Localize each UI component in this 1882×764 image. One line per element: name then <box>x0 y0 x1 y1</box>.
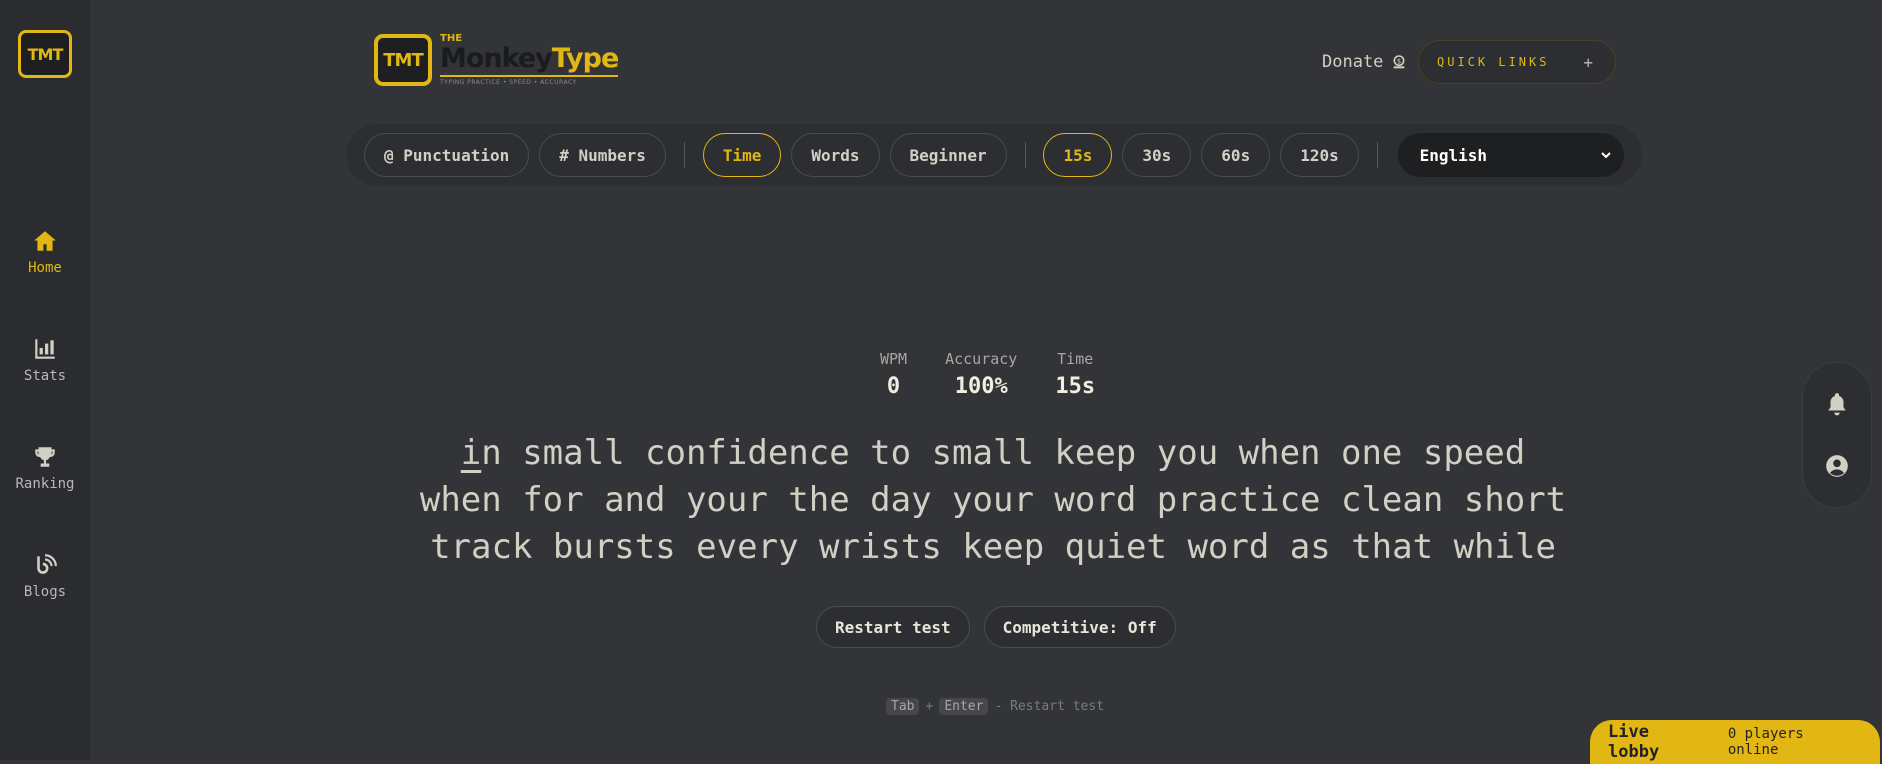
sidebar-item-stats[interactable]: Stats <box>24 336 66 384</box>
restart-test-button[interactable]: Restart test <box>816 606 970 648</box>
punctuation-toggle[interactable]: @ Punctuation <box>364 133 530 177</box>
brand-type: Type <box>551 43 619 74</box>
brand-tagline: TYPING PRACTICE • SPEED • ACCURACY <box>440 75 619 86</box>
duration-15s[interactable]: 15s <box>1043 133 1113 177</box>
wpm-stat: WPM 0 <box>880 350 907 399</box>
duration-30s[interactable]: 30s <box>1122 133 1192 177</box>
sidebar-item-label: Blogs <box>23 584 67 600</box>
floating-actions-panel <box>1802 362 1872 508</box>
user-avatar-icon[interactable] <box>1824 453 1850 479</box>
brand-badge: TMT <box>374 34 432 86</box>
live-lobby-title: Live lobby <box>1608 722 1660 762</box>
donate-link[interactable]: Donate $ <box>1322 52 1407 72</box>
mode-words[interactable]: Words <box>791 133 880 177</box>
word-line-1: in small confidence to small keep you wh… <box>380 430 1606 477</box>
toolbar-divider <box>1376 142 1378 168</box>
language-value: English <box>1419 145 1488 165</box>
language-select[interactable]: English <box>1397 133 1624 177</box>
quick-links-label: QUICK LINKS <box>1437 55 1550 69</box>
live-stats: WPM 0 Accuracy 100% Time 15s <box>880 350 1095 399</box>
wpm-label: WPM <box>880 350 908 368</box>
time-value: 15s <box>1055 374 1096 399</box>
hint-text: - Restart test <box>994 699 1105 714</box>
quick-links-button[interactable]: QUICK LINKS + <box>1418 40 1616 84</box>
numbers-toggle[interactable]: # Numbers <box>539 133 666 177</box>
players-online-count: 0 players online <box>1727 726 1804 758</box>
brand-logo[interactable]: TMT THE MonkeyType TYPING PRACTICE • SPE… <box>374 34 619 86</box>
sidebar-item-ranking[interactable]: Ranking <box>15 444 75 492</box>
duration-120s[interactable]: 120s <box>1280 133 1359 177</box>
bar-chart-icon <box>35 339 55 359</box>
sidebar-item-label: Stats <box>23 368 67 384</box>
caret-char: i <box>460 433 482 473</box>
svg-text:$: $ <box>1397 57 1401 65</box>
blog-icon <box>37 554 57 574</box>
sidebar-item-blogs[interactable]: Blogs <box>24 552 66 600</box>
word-line-2: when for and your the day your word prac… <box>419 480 1567 520</box>
test-config-toolbar: @ Punctuation # Numbers Time Words Begin… <box>346 124 1642 186</box>
sidebar-item-home[interactable]: Home <box>28 228 62 276</box>
accuracy-stat: Accuracy 100% <box>945 350 1017 399</box>
toolbar-divider <box>1024 142 1026 168</box>
sidebar: TMT Home Stats Ranking Blogs <box>0 0 90 760</box>
plus-icon: + <box>1583 52 1593 72</box>
sidebar-item-label: Home <box>28 260 62 276</box>
toolbar-divider <box>683 142 685 168</box>
word-line-3: track bursts every wrists keep quiet wor… <box>430 527 1556 567</box>
sidebar-logo[interactable]: TMT <box>18 30 72 78</box>
mode-time[interactable]: Time <box>702 133 782 177</box>
wpm-value: 0 <box>886 374 901 399</box>
time-label: Time <box>1057 350 1094 368</box>
donate-icon: $ <box>1393 55 1405 69</box>
chevron-down-icon <box>1601 152 1611 159</box>
donate-label: Donate <box>1322 52 1384 72</box>
sidebar-nav: Home Stats Ranking Blogs <box>15 228 75 600</box>
test-actions: Restart test Competitive: Off <box>816 606 1176 648</box>
sidebar-item-label: Ranking <box>15 476 75 492</box>
time-stat: Time 15s <box>1055 350 1095 399</box>
hint-plus: + <box>925 699 934 714</box>
bell-icon[interactable] <box>1824 391 1850 417</box>
trophy-icon <box>35 447 55 467</box>
accuracy-label: Accuracy <box>945 350 1018 368</box>
brand-monkey: Monkey <box>440 43 553 74</box>
mode-beginner[interactable]: Beginner <box>889 133 1007 177</box>
enter-key: Enter <box>939 698 989 715</box>
duration-60s[interactable]: 60s <box>1201 133 1271 177</box>
keyboard-hint: Tab + Enter - Restart test <box>886 698 1104 715</box>
accuracy-value: 100% <box>954 374 1008 399</box>
home-icon <box>34 231 56 251</box>
typing-area[interactable]: in small confidence to small keep you wh… <box>380 430 1606 571</box>
live-lobby-widget[interactable]: Live lobby 0 players online <box>1590 720 1880 764</box>
competitive-toggle-button[interactable]: Competitive: Off <box>983 606 1176 648</box>
brand-name: MonkeyType <box>440 43 619 74</box>
word-line-1-rest: n small confidence to small keep you whe… <box>481 433 1526 473</box>
tab-key: Tab <box>886 698 920 715</box>
brand-text: THE MonkeyType TYPING PRACTICE • SPEED •… <box>440 34 619 86</box>
